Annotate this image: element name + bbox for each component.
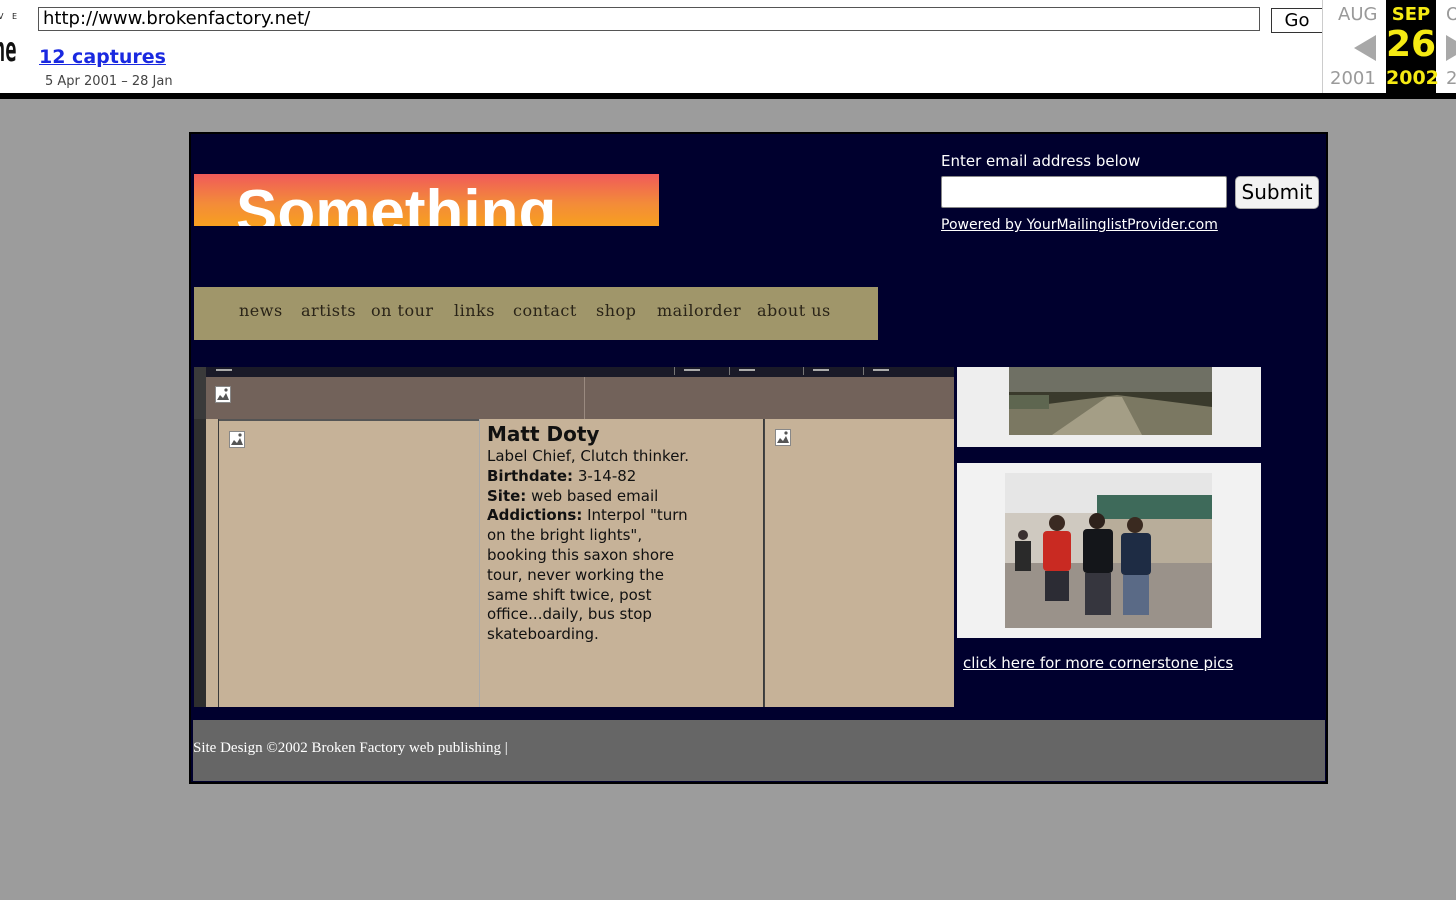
addictions-label: Addictions: xyxy=(487,506,583,525)
birthdate-label: Birthdate: xyxy=(487,466,574,485)
band-photo-image xyxy=(957,463,1261,638)
next-month-label[interactable]: O xyxy=(1446,4,1456,25)
road-photo-image xyxy=(957,367,1261,447)
url-input[interactable]: http://www.brokenfactory.net/ xyxy=(38,7,1260,31)
nav-item-artists[interactable]: artists xyxy=(301,301,356,320)
email-field[interactable] xyxy=(941,176,1227,208)
site-logo-banner: Something xyxy=(194,174,659,226)
broken-image-icon xyxy=(775,429,791,446)
current-day: 26 xyxy=(1386,24,1437,65)
current-year: 2002 xyxy=(1386,67,1439,89)
nav-item-about-us[interactable]: about us xyxy=(757,301,831,320)
broken-image-fragment xyxy=(873,369,889,371)
current-month: SEP xyxy=(1391,4,1431,25)
table-left-cell xyxy=(206,419,219,707)
nav-item-on-tour[interactable]: on tour xyxy=(371,301,434,320)
profile-addictions: Addictions: Interpol "turn on the bright… xyxy=(487,506,702,645)
current-capture-date: SEP 26 2002 xyxy=(1386,0,1439,93)
profile-role: Label Chief, Clutch thinker. xyxy=(487,447,689,465)
submit-button[interactable]: Submit xyxy=(1235,176,1319,209)
cell-divider xyxy=(803,367,804,375)
profile-bio-cell: Matt Doty Label Chief, Clutch thinker. B… xyxy=(479,419,763,707)
cornerstone-photo-2[interactable] xyxy=(957,463,1261,638)
profile-table: Matt Doty Label Chief, Clutch thinker. B… xyxy=(194,367,954,707)
birthdate-value: 3-14-82 xyxy=(577,466,637,485)
cell-divider xyxy=(863,367,864,375)
wayback-toolbar: V E ne http://www.brokenfactory.net/ Go … xyxy=(0,0,1456,93)
profile-birthdate: Birthdate: 3-14-82 xyxy=(487,467,702,487)
profile-bio: Matt Doty Label Chief, Clutch thinker. B… xyxy=(487,421,702,645)
captures-link[interactable]: 12 captures xyxy=(39,46,166,68)
capture-date-range: 5 Apr 2001 – 28 Jan xyxy=(45,74,173,89)
broken-image-icon xyxy=(215,386,231,403)
nav-item-news[interactable]: news xyxy=(239,301,283,320)
mailing-list-label: Enter email address below xyxy=(941,152,1141,170)
profile-name: Matt Doty xyxy=(487,422,600,446)
table-left-border xyxy=(194,419,206,707)
site-label: Site: xyxy=(487,486,527,505)
prev-month-label[interactable]: AUG xyxy=(1338,4,1377,25)
site-value: web based email xyxy=(531,486,659,505)
broken-image-fragment xyxy=(684,369,700,371)
broken-image-fragment xyxy=(216,369,232,371)
main-nav: news artists on tour links contact shop … xyxy=(194,287,878,340)
nav-item-shop[interactable]: shop xyxy=(596,301,636,320)
cell-divider xyxy=(674,367,675,375)
profile-site: Site: web based email xyxy=(487,487,702,507)
prev-capture-arrow-icon[interactable] xyxy=(1354,35,1376,61)
nav-item-contact[interactable]: contact xyxy=(513,301,577,320)
toolbar-border xyxy=(0,93,1456,99)
nav-item-mailorder[interactable]: mailorder xyxy=(657,301,741,320)
powered-by-link[interactable]: Powered by YourMailinglistProvider.com xyxy=(941,217,1218,233)
profile-side-cell xyxy=(764,419,954,707)
footer-copyright: Site Design ©2002 Broken Factory web pub… xyxy=(193,740,508,756)
profile-photo-cell xyxy=(219,419,479,707)
cornerstone-photo-1[interactable] xyxy=(957,367,1261,447)
next-year-label[interactable]: 2 xyxy=(1446,68,1456,89)
next-capture-arrow-icon[interactable] xyxy=(1446,35,1456,61)
cell-divider xyxy=(729,367,730,375)
wayback-logo[interactable]: ne xyxy=(0,30,17,70)
calendar-divider xyxy=(1322,0,1323,93)
broken-image-icon xyxy=(229,431,245,448)
broken-image-fragment xyxy=(813,369,829,371)
header-divider xyxy=(584,377,585,419)
more-pics-link[interactable]: click here for more cornerstone pics xyxy=(963,654,1233,672)
prev-year-label[interactable]: 2001 xyxy=(1330,68,1376,89)
broken-image-fragment xyxy=(739,369,755,371)
nav-item-links[interactable]: links xyxy=(454,301,495,320)
wayback-logo-caption: V E xyxy=(0,12,21,21)
site-footer: Site Design ©2002 Broken Factory web pub… xyxy=(193,720,1325,781)
go-button[interactable]: Go xyxy=(1271,8,1323,33)
addictions-value: Interpol "turn on the bright lights", bo… xyxy=(487,506,688,644)
table-header-row xyxy=(206,377,954,419)
site-container: Something Enter email address below Subm… xyxy=(189,132,1328,784)
site-logo-text: Something xyxy=(236,178,557,226)
